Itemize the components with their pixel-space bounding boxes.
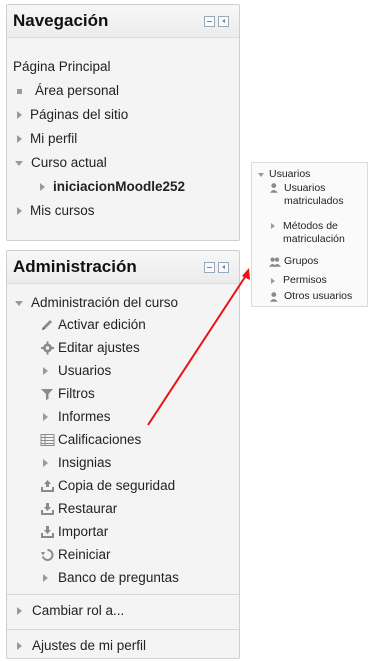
expand-arrow-icon (17, 642, 22, 650)
admin-item-import[interactable]: Importar (40, 524, 108, 540)
nav-item-label: Mis cursos (30, 203, 95, 218)
administration-block: Administración Administración del curso … (6, 250, 240, 659)
dock-icon[interactable] (218, 16, 229, 27)
item-label: Banco de preguntas (58, 570, 179, 585)
nav-item-dashboard[interactable]: Área personal (17, 83, 119, 99)
item-label: Permisos (283, 274, 327, 286)
admin-item-question-bank[interactable]: Banco de preguntas (43, 570, 179, 586)
admin-item-edit-settings[interactable]: Editar ajustes (40, 340, 140, 356)
block-controls (204, 16, 229, 27)
collapse-arrow-icon (15, 160, 23, 166)
navigation-block-header: Navegación (7, 5, 239, 38)
admin-item-reports[interactable]: Informes (43, 409, 111, 425)
administration-title: Administración (13, 257, 137, 276)
users-enrolment-methods[interactable]: Métodos de matriculación (271, 220, 359, 246)
item-label: Usuarios matriculados (284, 182, 344, 207)
item-label: Importar (58, 524, 109, 539)
nav-item-label: Área personal (35, 83, 120, 98)
item-label: Administración del curso (31, 295, 179, 310)
admin-item-grades[interactable]: Calificaciones (40, 432, 141, 448)
nav-item-label: Páginas del sitio (30, 107, 129, 122)
collapse-icon[interactable] (204, 16, 215, 27)
users-submenu-header[interactable]: Usuarios (258, 168, 310, 181)
expand-arrow-icon (43, 413, 48, 421)
bullet-icon (17, 88, 22, 94)
item-label: Usuarios (58, 363, 112, 378)
item-label: Reiniciar (58, 547, 111, 562)
course-administration[interactable]: Administración del curso (15, 295, 178, 311)
admin-item-backup[interactable]: Copia de seguridad (40, 478, 175, 494)
admin-item-filters[interactable]: Filtros (40, 386, 95, 402)
collapse-arrow-icon (258, 172, 264, 177)
nav-item-home[interactable]: Página Principal (13, 59, 111, 75)
divider (7, 629, 239, 630)
navigation-title: Navegación (13, 11, 109, 30)
item-label: Cambiar rol a... (32, 603, 125, 618)
users-submenu-panel: Usuarios Usuarios matriculados Métodos d… (251, 162, 368, 307)
reset-circular-arrow-icon (41, 548, 54, 561)
expand-arrow-icon (43, 574, 48, 582)
groups-icon (269, 256, 281, 267)
nav-item-label: Mi perfil (30, 131, 78, 146)
item-label: Filtros (58, 386, 95, 401)
admin-item-users[interactable]: Usuarios (43, 363, 111, 379)
backup-upload-icon (41, 480, 54, 492)
item-label: Otros usuarios (284, 290, 353, 302)
expand-arrow-icon (17, 135, 22, 143)
grades-table-icon (40, 434, 55, 446)
item-label: Usuarios (269, 168, 311, 180)
navigation-block: Navegación Página Principal Área persona… (6, 4, 240, 241)
nav-item-label: Curso actual (31, 155, 107, 170)
expand-arrow-icon (271, 223, 275, 229)
collapse-arrow-icon (15, 300, 23, 306)
item-label: Editar ajustes (58, 340, 140, 355)
users-enrolled[interactable]: Usuarios matriculados (269, 182, 354, 208)
users-permissions[interactable]: Permisos (271, 274, 327, 287)
users-groups[interactable]: Grupos (269, 255, 318, 268)
dock-icon[interactable] (218, 262, 229, 273)
admin-item-badges[interactable]: Insignias (43, 455, 111, 471)
expand-arrow-icon (17, 207, 22, 215)
user-icon (269, 291, 278, 302)
collapse-icon[interactable] (204, 262, 215, 273)
profile-settings[interactable]: Ajustes de mi perfil (17, 638, 146, 654)
item-label: Copia de seguridad (58, 478, 176, 493)
expand-arrow-icon (43, 459, 48, 467)
gear-icon (41, 341, 54, 355)
item-label: Calificaciones (58, 432, 142, 447)
item-label: Ajustes de mi perfil (32, 638, 147, 653)
restore-download-icon (41, 503, 54, 515)
expand-arrow-icon (17, 111, 22, 119)
nav-item-profile[interactable]: Mi perfil (17, 131, 77, 147)
pencil-icon (42, 320, 52, 330)
administration-block-header: Administración (7, 251, 239, 284)
nav-item-label: Página Principal (13, 59, 111, 74)
admin-item-edit-mode[interactable]: Activar edición (40, 317, 146, 333)
item-label: Insignias (58, 455, 112, 470)
block-controls (204, 262, 229, 273)
users-other-users[interactable]: Otros usuarios (269, 290, 352, 303)
divider (7, 594, 239, 595)
nav-item-site-pages[interactable]: Páginas del sitio (17, 107, 128, 123)
user-icon (269, 183, 278, 193)
item-label: Grupos (284, 255, 319, 267)
item-label: Informes (58, 409, 111, 424)
item-label: Activar edición (58, 317, 146, 332)
nav-item-current-course[interactable]: Curso actual (15, 155, 107, 171)
expand-arrow-icon (17, 607, 22, 615)
admin-item-reset[interactable]: Reiniciar (40, 547, 111, 563)
nav-item-course[interactable]: iniciacionMoodle252 (40, 179, 185, 195)
switch-role[interactable]: Cambiar rol a... (17, 603, 124, 619)
expand-arrow-icon (271, 277, 275, 284)
item-label: Restaurar (58, 501, 118, 516)
nav-item-label: iniciacionMoodle252 (53, 179, 186, 194)
filter-icon (41, 389, 53, 400)
import-download-icon (41, 526, 54, 538)
expand-arrow-icon (40, 183, 45, 191)
expand-arrow-icon (43, 367, 48, 375)
admin-item-restore[interactable]: Restaurar (40, 501, 117, 517)
item-label: Métodos de matriculación (283, 220, 345, 245)
nav-item-my-courses[interactable]: Mis cursos (17, 203, 95, 219)
